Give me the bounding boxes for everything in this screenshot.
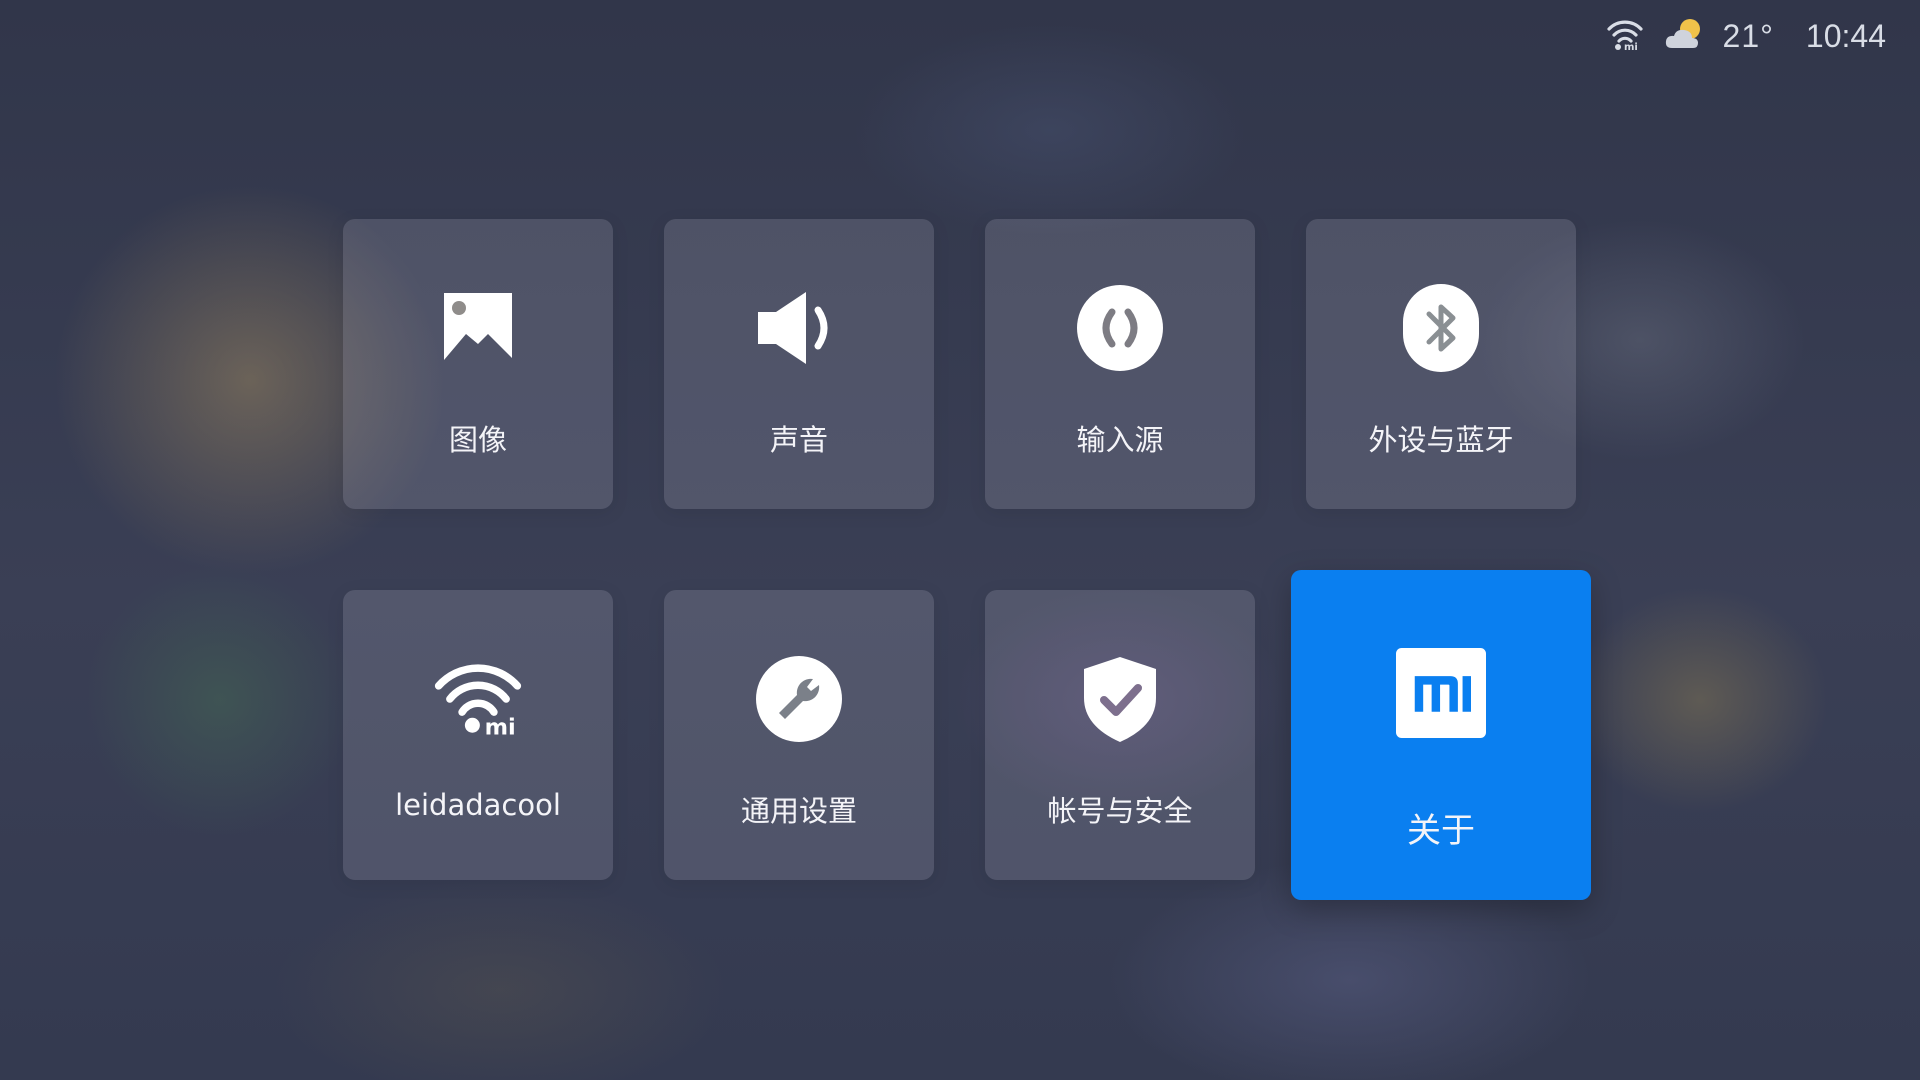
tile-label: 声音	[769, 423, 828, 457]
image-icon	[433, 283, 523, 373]
wrench-icon	[754, 654, 844, 744]
tile-label: 图像	[448, 423, 507, 457]
tile-label: 关于	[1407, 811, 1475, 851]
tile-sound[interactable]: 声音	[664, 219, 934, 509]
svg-text:mi: mi	[1624, 42, 1638, 51]
tile-label: leidadacool	[395, 788, 561, 822]
tile-label: 帐号与安全	[1047, 794, 1193, 828]
tile-about[interactable]: 关于	[1291, 570, 1591, 900]
input-source-icon	[1075, 283, 1165, 373]
clock-time: 10:44	[1805, 17, 1886, 54]
tile-network[interactable]: mi leidadacool	[343, 590, 613, 880]
tile-label: 外设与蓝牙	[1368, 423, 1514, 457]
tile-general-settings[interactable]: 通用设置	[664, 590, 934, 880]
bluetooth-icon	[1396, 283, 1486, 373]
temperature: 21°	[1722, 17, 1774, 54]
tile-image[interactable]: 图像	[343, 219, 613, 509]
wifi-mi-icon: mi	[433, 654, 523, 744]
wifi-mi-icon: mi	[1605, 17, 1645, 55]
mi-logo-icon	[1396, 648, 1486, 738]
status-bar: mi 21° 10:44	[1605, 14, 1886, 58]
shield-check-icon	[1075, 654, 1165, 744]
speaker-icon	[754, 283, 844, 373]
tile-input-source[interactable]: 输入源	[985, 219, 1255, 509]
partly-cloudy-icon	[1663, 16, 1705, 56]
tile-label: 通用设置	[740, 794, 857, 828]
blurred-background	[0, 0, 1920, 1080]
tile-peripherals-bluetooth[interactable]: 外设与蓝牙	[1306, 219, 1576, 509]
svg-text:mi: mi	[485, 715, 516, 739]
tile-label: 输入源	[1076, 423, 1164, 457]
tile-account-security[interactable]: 帐号与安全	[985, 590, 1255, 880]
